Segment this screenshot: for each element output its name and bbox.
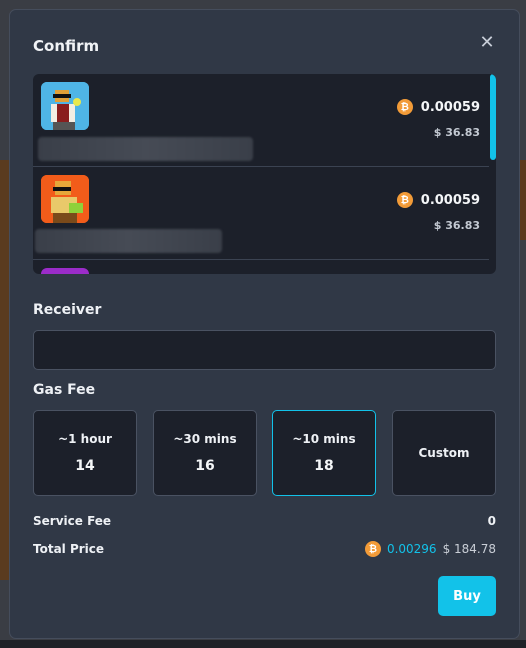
receiver-input[interactable] bbox=[33, 330, 496, 370]
close-icon[interactable]: ✕ bbox=[477, 32, 497, 53]
modal-title: Confirm bbox=[33, 37, 100, 55]
nft-thumbnail bbox=[41, 268, 89, 274]
total-price-row: Total Price ₿ 0.00296 $ 184.78 bbox=[33, 541, 496, 557]
gas-fee-time: ~30 mins bbox=[173, 432, 237, 446]
gas-fee-value: 14 bbox=[75, 458, 95, 474]
gas-fee-time: ~10 mins bbox=[292, 432, 356, 446]
gas-fee-time: Custom bbox=[418, 446, 470, 460]
gas-fee-option-10-mins[interactable]: ~10 mins 18 bbox=[272, 410, 376, 496]
service-fee-label: Service Fee bbox=[33, 514, 112, 528]
receiver-label: Receiver bbox=[33, 302, 102, 318]
list-item: ₿ 0.00059 $ 36.83 bbox=[33, 167, 489, 260]
gas-fee-time: ~1 hour bbox=[58, 432, 112, 446]
blurred-name bbox=[35, 229, 222, 253]
blurred-name bbox=[38, 137, 253, 161]
gas-fee-value: 16 bbox=[195, 458, 215, 474]
item-price-usd: $ 36.83 bbox=[433, 126, 480, 139]
item-price-usd: $ 36.83 bbox=[433, 219, 480, 232]
gas-fee-value: 18 bbox=[314, 458, 334, 474]
confirm-modal: Confirm ✕ ₿ 0.00059 $ 36.83 ₿ 0.00059 $ … bbox=[9, 9, 520, 639]
total-price-label: Total Price bbox=[33, 542, 105, 556]
bitcoin-icon: ₿ bbox=[396, 192, 413, 208]
gas-fee-option-custom[interactable]: Custom bbox=[392, 410, 496, 496]
service-fee-row: Service Fee 0 bbox=[33, 514, 496, 528]
gas-fee-option-30-mins[interactable]: ~30 mins 16 bbox=[153, 410, 257, 496]
item-price: ₿ 0.00059 bbox=[396, 192, 480, 208]
backdrop-strip bbox=[0, 640, 526, 648]
total-price-btc: 0.00296 bbox=[386, 542, 437, 556]
service-fee-value: 0 bbox=[487, 514, 496, 528]
scrollbar[interactable] bbox=[490, 74, 496, 160]
item-price-btc: 0.00059 bbox=[420, 192, 480, 208]
item-price: ₿ 0.00059 bbox=[396, 99, 480, 115]
list-item: ₿ 0.00059 $ 36.83 bbox=[33, 74, 489, 167]
bitcoin-icon: ₿ bbox=[396, 99, 413, 115]
gas-fee-label: Gas Fee bbox=[33, 382, 96, 398]
total-price-values: ₿ 0.00296 $ 184.78 bbox=[364, 541, 496, 557]
bitcoin-icon: ₿ bbox=[364, 541, 381, 557]
item-price-btc: 0.00059 bbox=[420, 99, 480, 115]
item-list[interactable]: ₿ 0.00059 $ 36.83 ₿ 0.00059 $ 36.83 bbox=[33, 74, 496, 274]
gas-fee-option-1-hour[interactable]: ~1 hour 14 bbox=[33, 410, 137, 496]
nft-thumbnail bbox=[41, 175, 89, 223]
total-price-usd: $ 184.78 bbox=[442, 542, 496, 556]
nft-thumbnail bbox=[41, 82, 89, 130]
buy-button[interactable]: Buy bbox=[438, 576, 496, 616]
